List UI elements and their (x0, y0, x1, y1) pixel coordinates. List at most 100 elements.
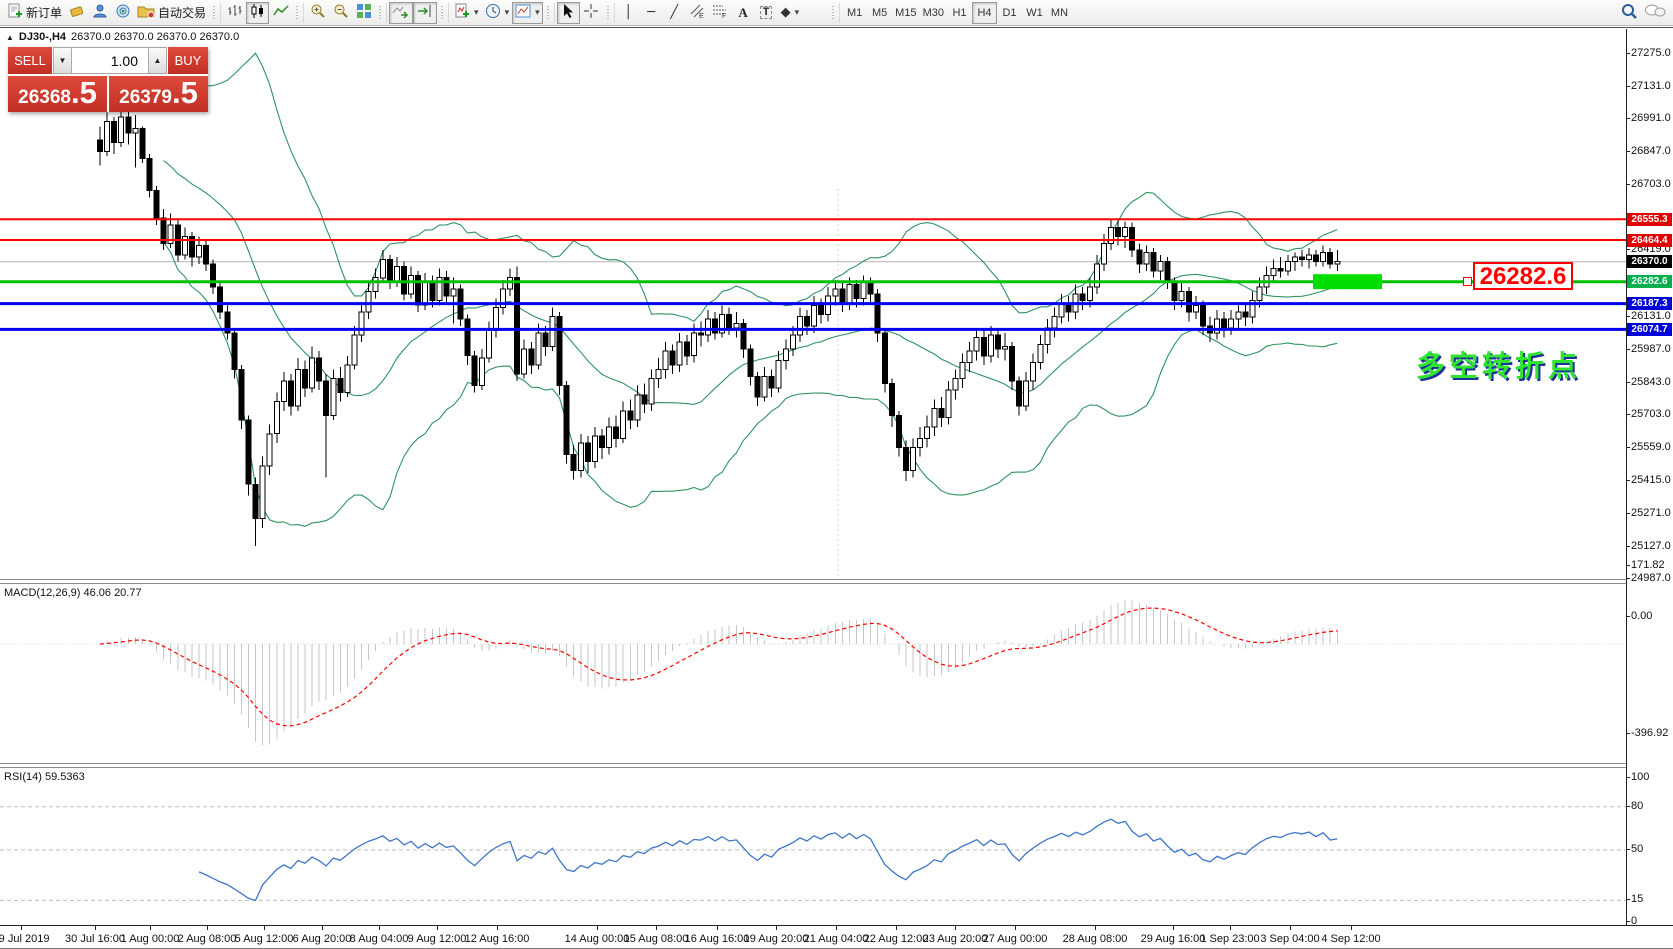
ask-price-fraction: .5 (172, 75, 198, 110)
time-tick (776, 926, 777, 930)
timeframe-h1-button[interactable]: H1 (947, 2, 972, 24)
bid-price-button[interactable]: 26368.5 (8, 76, 107, 112)
fibonacci-icon: F (712, 3, 728, 22)
bar-chart-button[interactable] (223, 2, 246, 24)
auto-scroll-button[interactable] (389, 2, 413, 24)
timeframe-m30-button[interactable]: M30 (920, 2, 947, 24)
add-indicator-button[interactable]: ▾ (451, 2, 482, 24)
bid-price: 26368 (18, 87, 71, 108)
zoom-out-button[interactable] (329, 2, 352, 24)
chart-template-button[interactable]: ▾ (512, 2, 543, 24)
time-axis[interactable]: 29 Jul 201930 Jul 16:001 Aug 00:002 Aug … (0, 925, 1673, 949)
chart-shift-button[interactable] (413, 2, 437, 24)
volume-decrease-button[interactable]: ▼ (53, 47, 72, 74)
toolbar-separator (294, 3, 304, 23)
horizontal-line-button[interactable]: ─ (640, 2, 663, 24)
chart-note-text[interactable]: 多空转折点 (1416, 343, 1581, 385)
candlestick-chart-button[interactable] (246, 2, 269, 24)
text-label-button[interactable]: T (755, 2, 778, 24)
time-axis-label: 27 Aug 00:00 (983, 933, 1048, 945)
equidistant-channel-button[interactable]: E (686, 2, 709, 24)
callout-anchor-icon[interactable] (1463, 277, 1472, 286)
rsi-axis-label: 15 (1631, 893, 1643, 905)
price-line-label: 26370.0 (1627, 255, 1672, 268)
autotrading-button[interactable]: 自动交易 (134, 2, 209, 24)
timeframe-m1-button[interactable]: M1 (842, 2, 867, 24)
sell-button[interactable]: SELL (8, 47, 52, 74)
timeframe-w1-button[interactable]: W1 (1022, 2, 1047, 24)
tile-windows-button[interactable] (352, 2, 375, 24)
rsi-axis-label: 80 (1631, 800, 1643, 812)
timeframe-m15-button[interactable]: M15 (892, 2, 919, 24)
new-order-label: 新订单 (26, 4, 62, 21)
toolbar-separator (377, 3, 387, 23)
volume-increase-button[interactable]: ▲ (148, 47, 167, 74)
autotrading-icon (137, 3, 155, 22)
vertical-line-button[interactable]: │ (617, 2, 640, 24)
price-line-label: 26282.6 (1627, 275, 1672, 288)
crosshair-button[interactable] (580, 2, 603, 24)
time-axis-label: 5 Aug 12:00 (235, 933, 294, 945)
one-click-trade-panel: SELL ▼ ▲ BUY 26368.5 26379.5 (8, 47, 208, 112)
zoom-in-button[interactable] (306, 2, 329, 24)
timeframe-d1-button[interactable]: D1 (997, 2, 1022, 24)
time-axis-label: 1 Aug 00:00 (121, 933, 180, 945)
symbol-ohlc: 26370.0 26370.0 26370.0 26370.0 (71, 31, 239, 43)
main-chart-pane[interactable] (0, 29, 1626, 584)
zoom-out-icon (333, 3, 349, 22)
bar-chart-icon (227, 3, 243, 22)
trendline-button[interactable]: ╱ (663, 2, 686, 24)
chevron-down-icon: ▾ (474, 7, 479, 18)
chat-button[interactable] (1641, 2, 1669, 24)
search-button[interactable] (1618, 2, 1641, 24)
new-order-button[interactable]: 新订单 (4, 2, 65, 24)
price-tick-label: 25843.0 (1631, 376, 1671, 388)
toolbar-separator (211, 3, 221, 23)
rsi-pane[interactable] (0, 768, 1626, 929)
line-chart-button[interactable] (269, 2, 292, 24)
buy-button[interactable]: BUY (168, 47, 208, 74)
arrow-objects-button[interactable]: ◆ ▾ (778, 2, 803, 24)
bid-price-fraction: .5 (71, 75, 97, 110)
toolbar-separator (439, 3, 449, 23)
time-axis-label: 14 Aug 00:00 (565, 933, 630, 945)
time-tick (322, 926, 323, 930)
fibonacci-button[interactable]: F (709, 2, 732, 24)
text-label-icon: T (760, 6, 773, 19)
community-button[interactable] (88, 2, 111, 24)
text-tool-button[interactable]: A (732, 2, 755, 24)
time-tick (955, 926, 956, 930)
time-tick (21, 926, 22, 930)
time-axis-label: 1 Sep 23:00 (1200, 933, 1259, 945)
time-axis-label: 3 Sep 04:00 (1260, 933, 1319, 945)
toolbar-separator (830, 3, 840, 23)
sell-label: SELL (14, 53, 46, 68)
arrow-objects-icon: ◆ (781, 5, 791, 20)
price-tick-label: 26131.0 (1631, 310, 1671, 322)
timeframe-m5-button[interactable]: M5 (867, 2, 892, 24)
collapse-arrow-icon[interactable]: ▲ (6, 33, 14, 42)
time-tick (379, 926, 380, 930)
equidistant-channel-icon: E (689, 3, 705, 22)
time-axis-label: 23 Aug 20:00 (923, 933, 988, 945)
time-axis-label: 19 Aug 20:00 (744, 933, 809, 945)
price-callout-label[interactable]: 26282.6 (1473, 262, 1573, 290)
cursor-button[interactable] (557, 2, 580, 24)
spin-up-icon: ▲ (154, 56, 162, 65)
time-axis-label: 6 Aug 20:00 (293, 933, 352, 945)
time-axis-label: 2 Aug 08:00 (178, 933, 237, 945)
price-tick-label: 25271.0 (1631, 507, 1671, 519)
timeframe-h4-button[interactable]: H4 (972, 2, 997, 24)
time-axis-label: 8 Aug 04:00 (350, 933, 409, 945)
ask-price-button[interactable]: 26379.5 (109, 76, 208, 112)
period-selector-button[interactable]: ▾ (482, 2, 513, 24)
time-tick (150, 926, 151, 930)
add-indicator-icon (454, 3, 470, 22)
volume-input[interactable] (72, 47, 148, 74)
eraser-button[interactable] (65, 2, 88, 24)
horizontal-line-icon: ─ (647, 5, 655, 20)
chart-template-icon (515, 3, 531, 22)
timeframe-mn-button[interactable]: MN (1047, 2, 1072, 24)
market-watch-button[interactable] (111, 2, 134, 24)
macd-pane[interactable] (0, 584, 1626, 768)
